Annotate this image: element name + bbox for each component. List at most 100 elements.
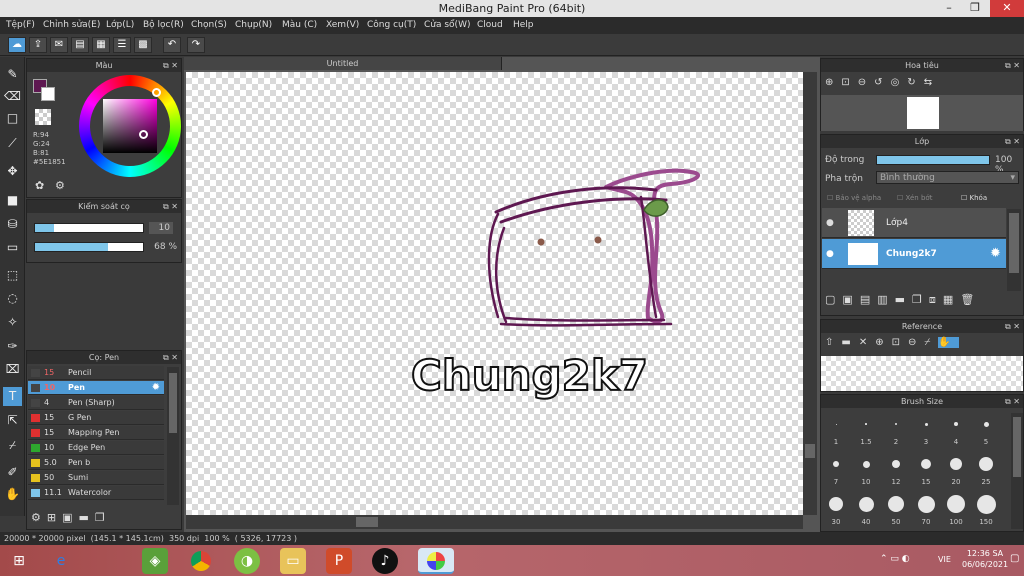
copy-brush-icon[interactable]: ▣: [62, 511, 78, 524]
medibang-taskbar-icon[interactable]: [418, 548, 454, 574]
brush-size-option[interactable]: 7: [821, 450, 851, 488]
protect-alpha-checkbox[interactable]: ☐ Bảo vệ alpha: [827, 194, 881, 202]
layer-row[interactable]: ● Chung2k7 ✹: [822, 239, 1006, 269]
folder-icon[interactable]: ▬: [79, 511, 95, 524]
canvas-vertical-scrollbar[interactable]: [803, 72, 817, 515]
color-wheel[interactable]: [79, 75, 181, 177]
merge-layer-icon[interactable]: ⧈: [929, 293, 943, 306]
brush-list-item[interactable]: 10 Edge Pen: [28, 441, 164, 455]
zoom-out-icon[interactable]: ⊖: [908, 337, 924, 348]
menu-filter[interactable]: Bộ lọc(R): [143, 20, 184, 30]
add-layer-menu-icon[interactable]: ▥: [877, 293, 894, 306]
saturation-square[interactable]: [103, 99, 157, 153]
panel-menu-icon[interactable]: ⧉ ✕: [1005, 395, 1020, 408]
menu-help[interactable]: Help: [513, 20, 534, 30]
redo-icon[interactable]: ↷: [187, 37, 205, 53]
palette-icon[interactable]: ✿: [35, 179, 49, 193]
language-indicator[interactable]: VIE: [938, 555, 951, 564]
open-folder-icon[interactable]: ▬: [841, 337, 858, 348]
tray-icons[interactable]: ⌃ ▭ ◐: [880, 554, 910, 564]
color-settings-icon[interactable]: ⚙: [55, 179, 69, 193]
brush-list-scrollbar[interactable]: [167, 367, 179, 505]
zoom-in-icon[interactable]: ⊕: [825, 77, 841, 88]
reset-rotation-icon[interactable]: ◎: [891, 77, 908, 88]
duplicate-icon[interactable]: ❐: [95, 511, 111, 524]
export-icon[interactable]: ⇪: [29, 37, 47, 53]
close-button[interactable]: ✕: [990, 0, 1024, 17]
clipping-checkbox[interactable]: ☐ Xén bớt: [897, 194, 932, 202]
fill-rect-icon[interactable]: ■: [3, 191, 22, 210]
flip-icon[interactable]: ⇆: [924, 77, 940, 88]
navigator-preview[interactable]: [907, 97, 939, 129]
duplicate-layer-icon[interactable]: ❐: [912, 293, 929, 306]
hue-handle[interactable]: [152, 88, 161, 97]
fit-icon[interactable]: ⊡: [841, 77, 857, 88]
lock-checkbox[interactable]: ☐ Khóa: [961, 194, 987, 202]
hand-tool-icon[interactable]: ✋: [3, 485, 22, 504]
dot-brush-icon[interactable]: ⟋: [3, 134, 22, 153]
menu-select[interactable]: Chọn(S): [191, 20, 227, 30]
gradient-tool-icon[interactable]: ▭: [3, 238, 22, 257]
brush-size-option[interactable]: 150: [971, 490, 1001, 528]
maximize-button[interactable]: ❐: [962, 0, 988, 17]
brush-opacity-slider[interactable]: [34, 242, 144, 252]
layer-settings-icon[interactable]: ▦: [943, 293, 960, 306]
bucket-tool-icon[interactable]: ⛁: [3, 215, 22, 234]
gear-icon[interactable]: ✹: [152, 381, 160, 395]
brush-size-slider[interactable]: [34, 223, 144, 233]
list-icon[interactable]: ☰: [113, 37, 131, 53]
brush-size-option[interactable]: 50: [881, 490, 911, 528]
layer-opacity-slider[interactable]: [876, 155, 990, 165]
brush-size-option[interactable]: 5: [971, 410, 1001, 448]
brush-list-item[interactable]: 10 Pen ✹: [28, 381, 164, 395]
menu-view[interactable]: Xem(V): [326, 20, 359, 30]
new-halftone-layer-icon[interactable]: ▣: [842, 293, 859, 306]
brush-size-option[interactable]: 4: [941, 410, 971, 448]
panel-menu-icon[interactable]: ⧉ ✕: [163, 59, 178, 72]
layer-row[interactable]: ● Lớp4: [822, 208, 1006, 238]
menu-edit[interactable]: Chỉnh sửa(E): [43, 20, 100, 30]
brush-size-option[interactable]: 10: [851, 450, 881, 488]
brush-size-option[interactable]: 2: [881, 410, 911, 448]
brush-list-item[interactable]: 4 Pen (Sharp): [28, 396, 164, 410]
grid-icon[interactable]: ▩: [134, 37, 152, 53]
tab-document[interactable]: Untitled: [184, 57, 502, 70]
reference-preview[interactable]: [821, 356, 1023, 391]
panel-menu-icon[interactable]: ⧉ ✕: [163, 200, 178, 213]
cloud-icon[interactable]: ☁: [8, 37, 26, 53]
brush-settings-icon[interactable]: ⚙: [31, 511, 47, 524]
panel-menu-icon[interactable]: ⧉ ✕: [163, 351, 178, 364]
chrome-icon[interactable]: [188, 548, 214, 574]
ie-browser-icon[interactable]: e: [48, 548, 74, 574]
text-tool-icon[interactable]: T: [3, 387, 22, 406]
file-explorer-icon[interactable]: ▭: [280, 548, 306, 574]
brush-list-item[interactable]: 5.0 Pen b: [28, 456, 164, 470]
gear-icon[interactable]: ✹: [990, 246, 1001, 261]
menu-layer[interactable]: Lớp(L): [106, 20, 134, 30]
eyedropper-icon[interactable]: ⌿: [924, 337, 938, 348]
page-icon[interactable]: ▦: [92, 37, 110, 53]
eyedropper-icon[interactable]: ⌿: [3, 436, 22, 455]
bluestacks-icon[interactable]: ◈: [142, 548, 168, 574]
brush-list-item[interactable]: 50 Sumi: [28, 471, 164, 485]
magic-wand-icon[interactable]: ✧: [3, 313, 22, 332]
hand-tool-icon[interactable]: ✋: [938, 337, 959, 348]
panel-menu-icon[interactable]: ⧉ ✕: [1005, 59, 1020, 72]
brush-tool-icon[interactable]: ✎: [3, 65, 22, 84]
canvas-horizontal-scrollbar[interactable]: [186, 515, 803, 529]
brush-list-item[interactable]: 15 Pencil: [28, 366, 164, 380]
menu-window[interactable]: Cửa sổ(W): [424, 20, 470, 30]
saturation-handle[interactable]: [139, 130, 148, 139]
brush-size-option[interactable]: 40: [851, 490, 881, 528]
brush-size-value[interactable]: 10: [149, 222, 173, 234]
brush-size-option[interactable]: 100: [941, 490, 971, 528]
brush-list-item[interactable]: 11.1 Watercolor: [28, 486, 164, 500]
comment-icon[interactable]: ✉: [50, 37, 68, 53]
clock[interactable]: 12:36 SA 06/06/2021: [962, 548, 1008, 570]
brush-size-option[interactable]: 1: [821, 410, 851, 448]
transparent-swatch[interactable]: [35, 109, 51, 125]
brush-size-scrollbar[interactable]: [1011, 413, 1023, 529]
notification-icon[interactable]: ▢: [1010, 553, 1019, 564]
visibility-icon[interactable]: ●: [826, 249, 834, 259]
menu-capture[interactable]: Chụp(N): [235, 20, 272, 30]
